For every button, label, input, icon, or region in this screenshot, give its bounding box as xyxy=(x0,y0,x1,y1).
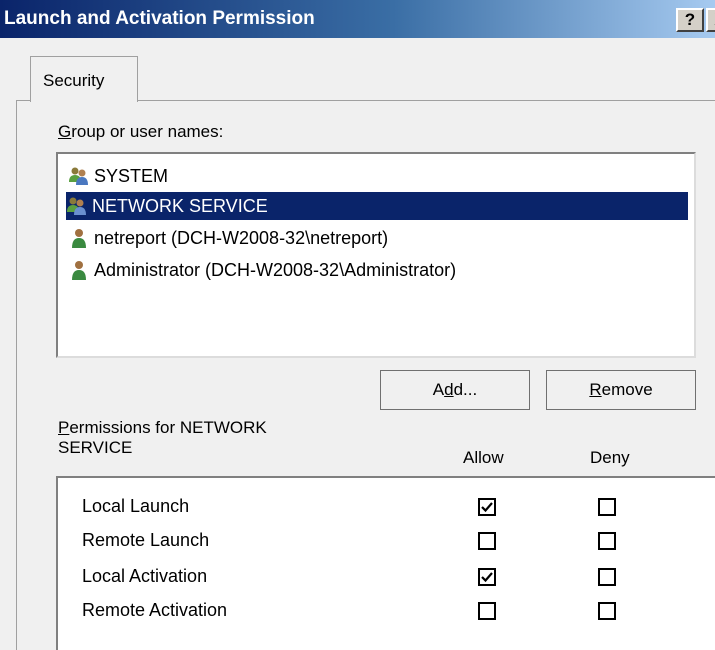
remote-activation-allow-checkbox[interactable] xyxy=(478,602,496,620)
list-item-netreport[interactable]: netreport (DCH-W2008-32\netreport) xyxy=(68,224,388,252)
user-icon xyxy=(68,227,90,249)
remove-button[interactable]: Remove xyxy=(546,370,696,410)
local-launch-allow-checkbox[interactable] xyxy=(478,498,496,516)
add-button[interactable]: Add... xyxy=(380,370,530,410)
permission-local-activation-label: Local Activation xyxy=(82,566,208,586)
permission-remote-activation-label: Remote Activation xyxy=(82,600,228,620)
group-user-names-label: Group or user names: xyxy=(58,122,224,141)
local-activation-deny-checkbox[interactable] xyxy=(598,568,616,586)
user-icon xyxy=(68,259,90,281)
local-activation-allow-checkbox[interactable] xyxy=(478,568,496,586)
title-bar[interactable]: Launch and Activation Permission ? X xyxy=(0,0,715,38)
remote-launch-deny-checkbox[interactable] xyxy=(598,532,616,550)
permissions-list: Local Launch Remote Launch Local Activat… xyxy=(56,476,715,650)
permission-local-launch-label: Local Launch xyxy=(82,496,190,516)
list-item-label: SYSTEM xyxy=(94,165,169,186)
allow-column-header: Allow xyxy=(463,448,504,467)
list-item-administrator[interactable]: Administrator (DCH-W2008-32\Administrato… xyxy=(68,256,456,284)
deny-column-header: Deny xyxy=(590,448,630,467)
group-icon xyxy=(68,165,90,187)
list-item-label: NETWORK SERVICE xyxy=(92,195,268,216)
group-icon xyxy=(66,195,88,217)
group-user-names-list[interactable]: SYSTEM NETWORK SERVICE netreport (DCH-W2… xyxy=(56,152,696,358)
help-icon: ? xyxy=(684,10,696,29)
help-button[interactable]: ? xyxy=(676,8,704,32)
tab-security-label: Security xyxy=(43,71,105,90)
local-launch-deny-checkbox[interactable] xyxy=(598,498,616,516)
permissions-label: Permissions for NETWORK SERVICE xyxy=(58,418,267,457)
checkmark-icon xyxy=(481,502,493,513)
list-item-label: netreport (DCH-W2008-32\netreport) xyxy=(94,227,389,248)
close-button[interactable]: X xyxy=(706,8,715,32)
remote-launch-allow-checkbox[interactable] xyxy=(478,532,496,550)
list-item-network-service[interactable]: NETWORK SERVICE xyxy=(66,192,688,220)
window-title: Launch and Activation Permission xyxy=(4,8,315,29)
launch-activation-permission-dialog: Launch and Activation Permission ? X Sec… xyxy=(0,0,715,650)
checkmark-icon xyxy=(481,572,493,583)
list-item-system[interactable]: SYSTEM xyxy=(68,162,168,190)
remote-activation-deny-checkbox[interactable] xyxy=(598,602,616,620)
list-item-label: Administrator (DCH-W2008-32\Administrato… xyxy=(94,259,457,280)
permission-remote-launch-label: Remote Launch xyxy=(82,530,210,550)
tab-security[interactable]: Security xyxy=(30,56,138,102)
